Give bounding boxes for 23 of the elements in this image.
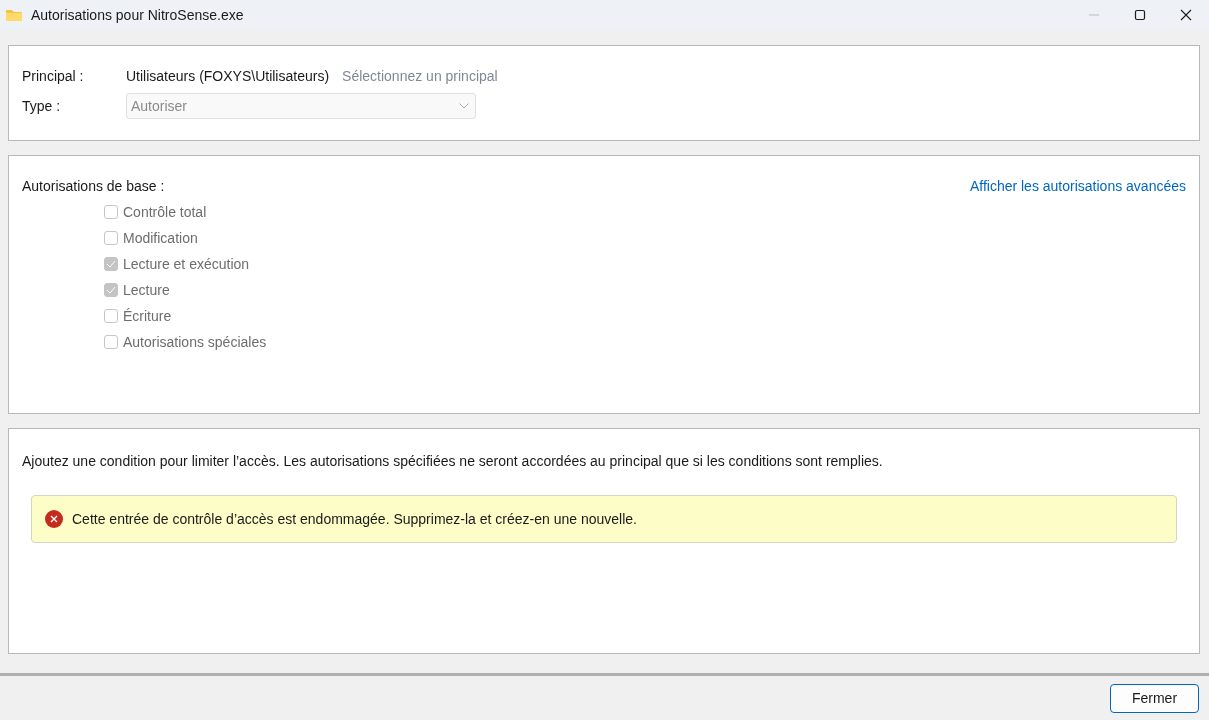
close-button[interactable]: Fermer [1110,683,1199,713]
condition-description: Ajoutez une condition pour limiter l’accès. Les autorisations spécifiées ne seront accordées au principal que si les conditions sont remplies. [22,453,884,469]
chevron-down-icon [459,103,469,109]
checkbox-label: Lecture et exécution [123,256,250,272]
checkbox-label: Contrôle total [123,204,207,220]
maximize-icon [1134,9,1146,21]
advanced-permissions-link[interactable]: Afficher les autorisations avancées [969,178,1186,194]
error-message: Cette entrée de contrôle d’accès est endommagée. Supprimez-la et créez-en une nouvelle. [72,511,637,527]
checkmark-icon [106,286,116,294]
error-icon [45,510,63,528]
checkmark-icon [106,260,116,268]
permissions-heading: Autorisations de base : [22,178,165,194]
folder-icon [5,8,23,22]
principal-value: Utilisateurs (FOXYS\Utilisateurs) [126,68,330,84]
type-label: Type : [22,98,62,114]
checkbox-label: Modification [123,230,198,246]
checkbox-label: Écriture [123,308,172,324]
checkbox-label: Lecture [123,282,170,298]
window-title: Autorisations pour NitroSense.exe [31,7,245,23]
select-principal-link[interactable]: Sélectionnez un principal [342,68,498,84]
close-icon [1180,9,1192,21]
checkbox-label: Autorisations spéciales [123,334,267,350]
principal-label: Principal : [22,68,85,84]
